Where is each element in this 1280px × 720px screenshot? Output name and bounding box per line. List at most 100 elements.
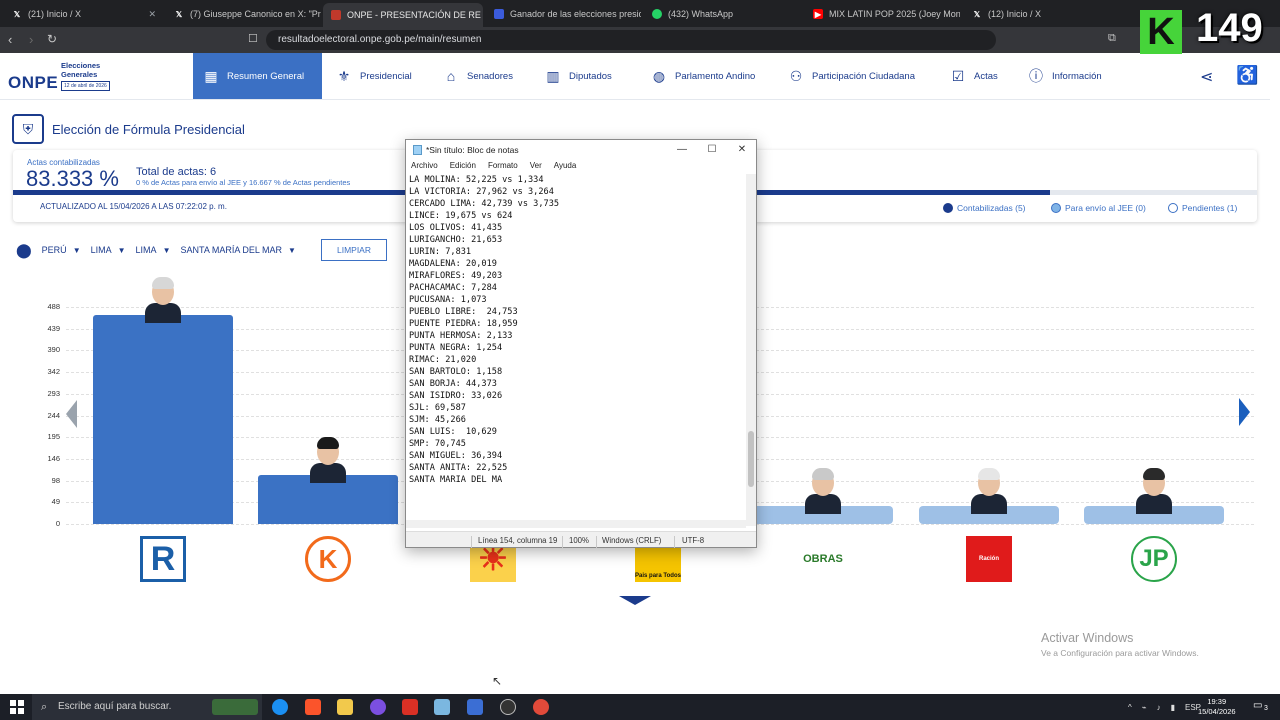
y-tick-label: 342 <box>47 367 60 377</box>
notepad-titlebar[interactable]: *Sin título: Bloc de notas — ☐ ✕ <box>406 140 756 160</box>
clear-filters-button[interactable]: LIMPIAR <box>321 239 387 261</box>
candidate-bar[interactable] <box>93 315 233 524</box>
discord-icon[interactable] <box>370 699 386 715</box>
forward-icon[interactable]: › <box>29 32 33 47</box>
browser-tab[interactable]: 𝕏 (12) Inicio / X <box>964 4 1104 24</box>
notepad-line: MAGDALENA: 20,019 <box>409 259 497 269</box>
bookmark-icon[interactable]: ☐ <box>248 32 258 45</box>
district-select[interactable]: SANTA MARÍA DEL MAR ▼ <box>180 245 295 255</box>
checklist-icon: ☑ <box>951 67 965 84</box>
nav-participacion-ciudadana[interactable]: ⚇ Participación Ciudadana <box>788 53 915 99</box>
notepad-title: *Sin título: Bloc de notas <box>426 145 519 155</box>
browser-tab[interactable]: Ganador de las elecciones presiden <box>486 4 641 24</box>
extensions-icon[interactable]: ⧉ <box>1108 32 1116 45</box>
battery-icon[interactable]: ▮ <box>1171 703 1175 712</box>
onpe-logo[interactable]: ONPE Elecciones Generales 12 de abril de … <box>8 61 118 93</box>
logo-date: 12 de abril de 2026 <box>61 81 110 91</box>
app-icon[interactable] <box>533 699 549 715</box>
scrollbar-thumb[interactable] <box>748 431 754 487</box>
close-button[interactable]: ✕ <box>732 143 752 157</box>
legend-contabilizadas: Contabilizadas (5) <box>943 203 1026 213</box>
notepad-line: PUENTE PIEDRA: 18,959 <box>409 319 518 329</box>
notepad-line: SAN BORJA: 44,373 <box>409 379 497 389</box>
volume-icon[interactable]: ♪ <box>1157 703 1161 712</box>
tab-label: ONPE - PRESENTACIÓN DE RE <box>347 10 481 20</box>
taskbar-clock[interactable]: 19:39 15/04/2026 <box>1198 697 1236 717</box>
nav-resumen-general[interactable]: ▦ Resumen General <box>193 53 322 99</box>
province-select[interactable]: LIMA ▼ <box>136 245 171 255</box>
browser-tab[interactable]: ▶ MIX LATIN POP 2025 (Joey Mon <box>805 4 960 24</box>
nav-actas[interactable]: ☑ Actas <box>950 53 998 99</box>
calculator-icon[interactable] <box>467 699 483 715</box>
candidate-photo <box>1136 468 1172 514</box>
notepad-horizontal-scrollbar[interactable] <box>406 520 746 528</box>
reload-icon[interactable]: ↻ <box>47 32 57 46</box>
windows-start-icon[interactable] <box>10 700 24 714</box>
page-title-row: ⛨ Elección de Fórmula Presidencial <box>12 114 245 144</box>
notepad-line: LA VICTORIA: 27,962 vs 3,264 <box>409 187 554 197</box>
close-icon[interactable]: ✕ <box>148 9 156 20</box>
y-tick-label: 439 <box>47 323 60 333</box>
party-logo-icon[interactable]: R <box>140 536 186 582</box>
notifications-count: 3 <box>1264 705 1268 712</box>
page-title: Elección de Fórmula Presidencial <box>52 121 245 137</box>
system-tray: ^ ⌁ ♪ ▮ ESP <box>1128 694 1201 720</box>
file-explorer-icon[interactable] <box>337 699 353 715</box>
x-icon: 𝕏 <box>973 9 981 19</box>
share-icon[interactable]: ⋖ <box>1200 67 1213 87</box>
actas-percentage: 83.333 % <box>26 166 119 191</box>
notepad-window[interactable]: *Sin título: Bloc de notas — ☐ ✕ Archivo… <box>405 139 757 548</box>
nav-label: Información <box>1052 70 1102 82</box>
menu-ayuda[interactable]: Ayuda <box>554 161 577 170</box>
nav-label: Participación Ciudadana <box>812 70 915 82</box>
legend-dot <box>1051 203 1061 213</box>
notepad-statusbar: Línea 154, columna 19 100% Windows (CRLF… <box>406 531 756 548</box>
party-logo-icon[interactable]: Ración <box>966 536 1012 582</box>
menu-edicion[interactable]: Edición <box>450 161 476 170</box>
nav-parlamento-andino[interactable]: ◍ Parlamento Andino <box>651 53 755 99</box>
app-icon[interactable] <box>402 699 418 715</box>
notepad-line: PUEBLO LIBRE: 24,753 <box>409 307 518 317</box>
copilot-icon[interactable] <box>272 699 288 715</box>
url-input[interactable]: resultadoelectoral.onpe.gob.pe/main/resu… <box>266 30 996 50</box>
clock-date: 15/04/2026 <box>1198 707 1236 716</box>
browser-tab[interactable]: (432) WhatsApp <box>644 4 799 24</box>
chart-expand-arrow[interactable] <box>619 596 651 605</box>
party-logo-icon[interactable]: OBRAS <box>793 536 853 582</box>
browser-tab[interactable]: 𝕏 (7) Giuseppe Canonico en X: "Proye <box>166 4 321 24</box>
tab-label: MIX LATIN POP 2025 (Joey Mon <box>829 9 960 19</box>
menu-formato[interactable]: Formato <box>488 161 518 170</box>
chevron-up-icon[interactable]: ^ <box>1128 703 1132 712</box>
notifications-icon[interactable]: ▭ <box>1253 700 1262 711</box>
menu-ver[interactable]: Ver <box>530 161 542 170</box>
x-icon: 𝕏 <box>13 9 21 19</box>
obs-icon[interactable] <box>500 699 516 715</box>
notepad-taskbar-icon[interactable] <box>434 699 450 715</box>
browser-tab-active[interactable]: ONPE - PRESENTACIÓN DE RE ✕ <box>323 3 483 27</box>
country-select[interactable]: PERÚ ▼ <box>42 245 81 255</box>
location-pin-icon: ⬤ <box>16 241 32 258</box>
browser-tab[interactable]: 𝕏 (21) Inicio / X ✕ <box>4 4 164 24</box>
chart-next-arrow[interactable] <box>1239 398 1250 426</box>
minimize-button[interactable]: — <box>672 143 692 157</box>
nav-senadores[interactable]: ⌂ Senadores <box>443 53 513 99</box>
party-logo-icon[interactable]: JP <box>1131 536 1177 582</box>
y-tick-label: 146 <box>47 453 60 463</box>
chart-prev-arrow[interactable] <box>66 400 77 428</box>
brave-icon[interactable] <box>305 699 321 715</box>
accessibility-icon[interactable]: ♿ <box>1236 65 1258 86</box>
department-select[interactable]: LIMA ▼ <box>91 245 126 255</box>
nav-informacion[interactable]: ⓘ Información <box>1028 53 1102 99</box>
notepad-icon <box>413 145 422 155</box>
notepad-line: SANTA ANITA: 22,525 <box>409 463 508 473</box>
notepad-text-area[interactable]: LA MOLINA: 52,225 vs 1,334 LA VICTORIA: 2… <box>409 174 745 526</box>
menu-archivo[interactable]: Archivo <box>411 161 438 170</box>
maximize-button[interactable]: ☐ <box>702 143 722 157</box>
party-logo-icon[interactable]: K <box>305 536 351 582</box>
network-icon[interactable]: ⌁ <box>1142 703 1147 712</box>
nav-diputados[interactable]: ▥ Diputados <box>545 53 611 99</box>
back-icon[interactable]: ‹ <box>8 32 12 47</box>
news-widget-icon[interactable] <box>212 699 258 715</box>
notepad-vertical-scrollbar[interactable] <box>746 174 756 526</box>
nav-presidencial[interactable]: ⚜ Presidencial <box>336 53 412 99</box>
